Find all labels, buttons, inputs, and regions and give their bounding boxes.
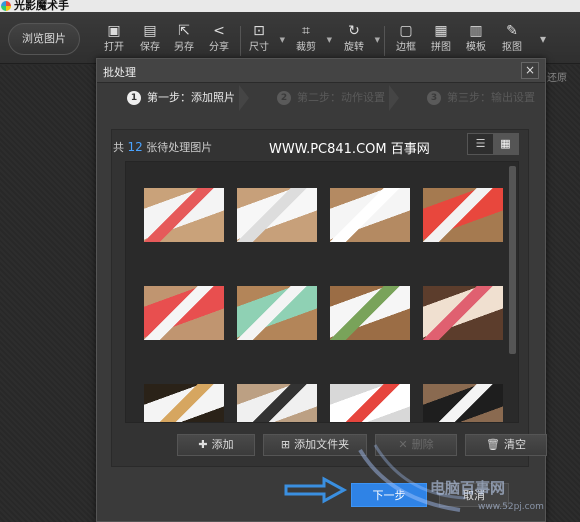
rotate-dropdown-icon[interactable]: ▼	[375, 36, 380, 44]
cutout-icon: ✎	[506, 23, 518, 39]
open-button[interactable]: ▣ 打开	[96, 20, 132, 60]
frame-button[interactable]: ▢ 边框	[388, 20, 424, 60]
step-3: 3 第三步：输出设置	[427, 87, 535, 109]
photo-thumbnail[interactable]	[237, 384, 317, 422]
add-button[interactable]: ✚ 添加	[177, 434, 255, 456]
crop-dropdown-icon[interactable]: ▼	[327, 36, 332, 44]
template-icon: ▥	[469, 23, 483, 39]
frame-icon: ▢	[399, 23, 413, 39]
cutout-button[interactable]: ✎ 抠图	[494, 20, 530, 60]
photo-thumbnail[interactable]	[237, 188, 317, 242]
share-icon: <	[213, 23, 225, 39]
view-toggle: ☰ ▦	[467, 133, 519, 155]
toolbar-divider	[384, 26, 385, 56]
crop-button[interactable]: ⌗ 裁剪 ▼	[288, 20, 332, 60]
photo-thumbnail[interactable]	[330, 384, 410, 422]
collage-button[interactable]: ▦ 拼图	[423, 20, 459, 60]
more-dropdown-icon[interactable]: ▾	[540, 32, 546, 46]
save-as-icon: ⇱	[178, 23, 190, 39]
batch-process-dialog: 批处理 × 1 第一步：添加照片 2 第二步：动作设置 3 第三步：输出设置 共 12…	[96, 58, 547, 522]
step-1: 1 第一步：添加照片	[127, 87, 235, 109]
resize-dropdown-icon[interactable]: ▼	[280, 36, 285, 44]
collage-icon: ▦	[434, 23, 448, 39]
plus-icon: ✚	[198, 438, 208, 451]
trash-icon: 🗑	[486, 438, 500, 451]
rotate-button[interactable]: ↻ 旋转 ▼	[336, 20, 380, 60]
photo-thumbnail[interactable]	[144, 286, 224, 340]
pointer-arrow-icon	[284, 476, 348, 504]
site-watermark: 电脑百事网	[430, 479, 506, 497]
photo-thumbnail[interactable]	[330, 188, 410, 242]
step-indicator: 1 第一步：添加照片 2 第二步：动作设置 3 第三步：输出设置	[97, 85, 545, 111]
image-count: 共 12 张待处理图片	[113, 140, 213, 154]
grid-view-icon[interactable]: ▦	[493, 134, 518, 154]
photo-thumbnail[interactable]	[423, 188, 503, 242]
share-button[interactable]: < 分享	[201, 20, 237, 60]
step-chevron-icon	[239, 85, 249, 111]
resize-button[interactable]: ⊡ 尺寸 ▼	[241, 20, 285, 60]
save-as-button[interactable]: ⇱ 另存	[166, 20, 202, 60]
photo-thumbnail[interactable]	[330, 286, 410, 340]
browse-images-button[interactable]: 浏览图片	[8, 23, 80, 55]
crop-icon: ⌗	[302, 23, 310, 39]
photo-thumbnail[interactable]	[237, 286, 317, 340]
photo-thumbnail[interactable]	[423, 384, 503, 422]
photo-thumbnail[interactable]	[144, 188, 224, 242]
list-view-icon[interactable]: ☰	[468, 134, 493, 154]
app-logo-icon	[1, 1, 11, 11]
app-title: 光影魔术手	[14, 0, 69, 12]
save-icon: ▤	[143, 23, 157, 39]
photo-thumbnail[interactable]	[144, 384, 224, 422]
resize-icon: ⊡	[253, 23, 265, 39]
step-2: 2 第二步：动作设置	[277, 87, 385, 109]
open-icon: ▣	[107, 23, 121, 39]
save-button[interactable]: ▤ 保存	[132, 20, 168, 60]
dialog-title: 批处理	[103, 66, 136, 79]
dialog-title-bar[interactable]: 批处理 ×	[97, 59, 545, 83]
restore-button[interactable]: 还原	[547, 69, 567, 84]
close-icon[interactable]: ×	[521, 62, 539, 79]
main-toolbar: 浏览图片 ▣ 打开 ▤ 保存 ⇱ 另存 < 分享 ⊡ 尺寸 ▼ ⌗ 裁剪 ▼ ↻…	[0, 12, 580, 64]
title-bar: 光影魔术手	[0, 0, 580, 12]
site-url: www.52pj.com	[478, 502, 544, 512]
watermark-text: WWW.PC841.COM 百事网	[269, 142, 430, 157]
folder-plus-icon: ⊞	[280, 438, 291, 451]
rotate-icon: ↻	[348, 23, 360, 39]
thumbnail-grid	[125, 161, 519, 423]
clear-button[interactable]: 🗑 清空	[465, 434, 547, 456]
step-chevron-icon	[389, 85, 399, 111]
scrollbar[interactable]	[509, 166, 516, 354]
template-button[interactable]: ▥ 模板	[458, 20, 494, 60]
photo-thumbnail[interactable]	[423, 286, 503, 340]
